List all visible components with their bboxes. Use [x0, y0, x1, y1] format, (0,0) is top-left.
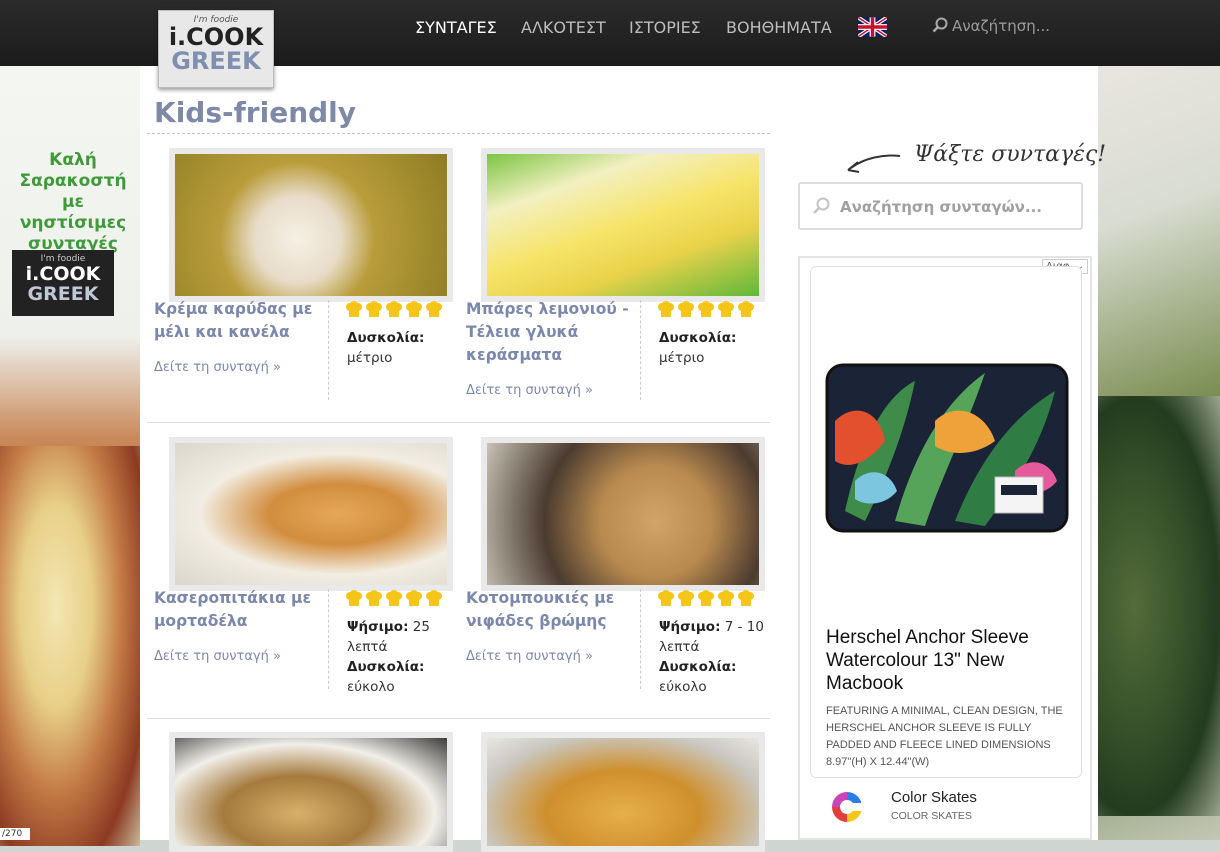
divider	[328, 589, 329, 689]
ad-brand-subtitle: COLOR SKATES	[891, 810, 972, 822]
greens-dish-photo	[1098, 396, 1220, 816]
recipe-card: Κοτομπουκιές με νιφάδες βρώμης Δείτε τη …	[466, 437, 778, 707]
difficulty-rating	[657, 301, 757, 323]
bake-label: Ψήσιμο:	[659, 619, 721, 635]
coconut-cream-image[interactable]	[169, 148, 453, 302]
arrow-icon	[847, 154, 901, 173]
recipe-card: Μπάρες λεμονιού - Τέλεια γλυκά κεράσματα…	[466, 148, 778, 418]
chef-hat-icon	[717, 590, 735, 608]
ad-card[interactable]	[810, 266, 1082, 778]
title-divider	[147, 133, 770, 134]
chef-hat-icon	[345, 301, 363, 319]
promo-logo-tagline: I'm foodie	[40, 254, 86, 264]
chef-hat-icon	[737, 590, 755, 608]
promo-logo[interactable]: I'm foodie i.COOK GREEK	[12, 250, 114, 316]
nav-alcotest[interactable]: ΑΛΚΟΤΕΣΤ	[521, 18, 606, 37]
chef-hat-icon	[385, 301, 403, 319]
bake-label: Ψήσιμο:	[347, 619, 409, 635]
ad-brand-name[interactable]: Color Skates	[891, 789, 977, 806]
nav-stories[interactable]: ΙΣΤΟΡΙΕΣ	[629, 18, 701, 37]
difficulty-rating	[657, 590, 757, 612]
row-divider	[147, 718, 770, 719]
lemon-bars-image[interactable]	[481, 148, 765, 302]
chef-hat-icon	[657, 590, 675, 608]
recipe-title[interactable]: Κασεροπιτάκια με μορταδέλα	[154, 587, 324, 633]
difficulty-label: Δυσκολία:	[347, 659, 425, 675]
recipe-card: Κασεροπιτάκια με μορταδέλα Δείτε τη συντ…	[154, 437, 466, 707]
nav-helpers[interactable]: ΒΟΗΘΗΜΑΤΑ	[726, 18, 832, 37]
page-title: Kids-friendly	[154, 96, 357, 129]
header-search[interactable]: Αναζήτηση...	[932, 17, 1050, 35]
recipe-link[interactable]: Δείτε τη συνταγή »	[466, 383, 593, 398]
background-photo-right	[1098, 66, 1220, 840]
difficulty-value: μέτριο	[659, 350, 705, 366]
difficulty-rating	[345, 590, 445, 612]
recipe-link[interactable]: Δείτε τη συνταγή »	[154, 360, 281, 375]
promo-logo-line1: i.COOK	[25, 263, 101, 285]
chef-hat-icon	[385, 590, 403, 608]
chef-hat-icon	[697, 301, 715, 319]
search-icon	[813, 197, 830, 214]
header-search-placeholder: Αναζήτηση...	[952, 17, 1051, 35]
chef-hat-icon	[365, 301, 383, 319]
chef-hat-icon	[345, 590, 363, 608]
recipe-meta: Δυσκολία: μέτριο	[347, 328, 457, 368]
chef-hat-icon	[697, 590, 715, 608]
recipe-card: Κρέμα καρύδας με μέλι και κανέλα Δείτε τ…	[154, 148, 466, 418]
chef-hat-icon	[717, 301, 735, 319]
ad-description: Featuring a minimal, clean design, the H…	[826, 705, 1063, 768]
chef-hat-icon	[657, 301, 675, 319]
difficulty-value: εύκολο	[347, 679, 395, 695]
recipe-meta: Ψήσιμο: 25 λεπτά Δυσκολία: εύκολο	[347, 617, 457, 697]
uk-flag-icon[interactable]	[858, 17, 887, 37]
chef-hat-icon	[365, 590, 383, 608]
laptop-sleeve-image[interactable]	[825, 361, 1069, 536]
recipe-card	[154, 732, 466, 852]
recipe-title[interactable]: Μπάρες λεμονιού - Τέλεια γλυκά κεράσματα	[466, 298, 636, 367]
chef-hat-icon	[737, 301, 755, 319]
difficulty-label: Δυσκολία:	[659, 659, 737, 675]
difficulty-rating	[345, 301, 445, 323]
lent-promo-text[interactable]: Καλή Σαρακοστή με νηστίσιμες συνταγές	[6, 150, 140, 255]
chef-hat-icon	[677, 590, 695, 608]
ad-title[interactable]: Herschel Anchor Sleeve Watercolour 13" N…	[826, 626, 1066, 695]
chef-hat-icon	[405, 590, 423, 608]
logo-line1: i.COOK	[168, 23, 264, 51]
sidebar-heading: Ψάξτε συνταγές!	[914, 142, 1107, 167]
nav-recipes[interactable]: ΣΥΝΤΑΓΕΣ	[415, 18, 497, 37]
difficulty-label: Δυσκολία:	[347, 330, 425, 346]
recipe-link[interactable]: Δείτε τη συνταγή »	[154, 649, 281, 664]
pasta-octopus-photo	[0, 446, 140, 846]
color-skates-logo-icon[interactable]	[830, 790, 864, 824]
chef-hat-icon	[405, 301, 423, 319]
recipe-search-input[interactable]	[838, 192, 1072, 222]
difficulty-value: μέτριο	[347, 350, 393, 366]
recipe-meta: Δυσκολία: μέτριο	[659, 328, 769, 368]
cheese-pies-image[interactable]	[169, 437, 453, 591]
site-logo[interactable]: I'm foodie i.COOK GREEK	[158, 10, 274, 88]
difficulty-value: εύκολο	[659, 679, 707, 695]
difficulty-label: Δυσκολία:	[659, 330, 737, 346]
recipe-card	[466, 732, 778, 852]
recipe-title[interactable]: Κρέμα καρύδας με μέλι και κανέλα	[154, 298, 324, 344]
row-divider	[147, 422, 770, 423]
chicken-nuggets-image[interactable]	[481, 437, 765, 591]
recipe-meta: Ψήσιμο: 7 - 10 λεπτά Δυσκολία: εύκολο	[659, 617, 769, 697]
recipe-title[interactable]: Κοτομπουκιές με νιφάδες βρώμης	[466, 587, 636, 633]
chef-hat-icon	[677, 301, 695, 319]
stuffed-potatoes-image[interactable]	[169, 732, 453, 852]
logo-line2: GREEK	[171, 47, 261, 75]
page-counter: /270	[0, 828, 30, 840]
search-icon	[932, 17, 948, 33]
cheese-puffs-image[interactable]	[481, 732, 765, 852]
recipe-search-box[interactable]	[798, 182, 1083, 230]
chef-hat-icon	[425, 301, 443, 319]
divider	[640, 300, 641, 400]
recipe-link[interactable]: Δείτε τη συνταγή »	[466, 649, 593, 664]
divider	[328, 300, 329, 400]
chef-hat-icon	[425, 590, 443, 608]
divider	[640, 589, 641, 689]
promo-logo-line2: GREEK	[27, 283, 99, 305]
